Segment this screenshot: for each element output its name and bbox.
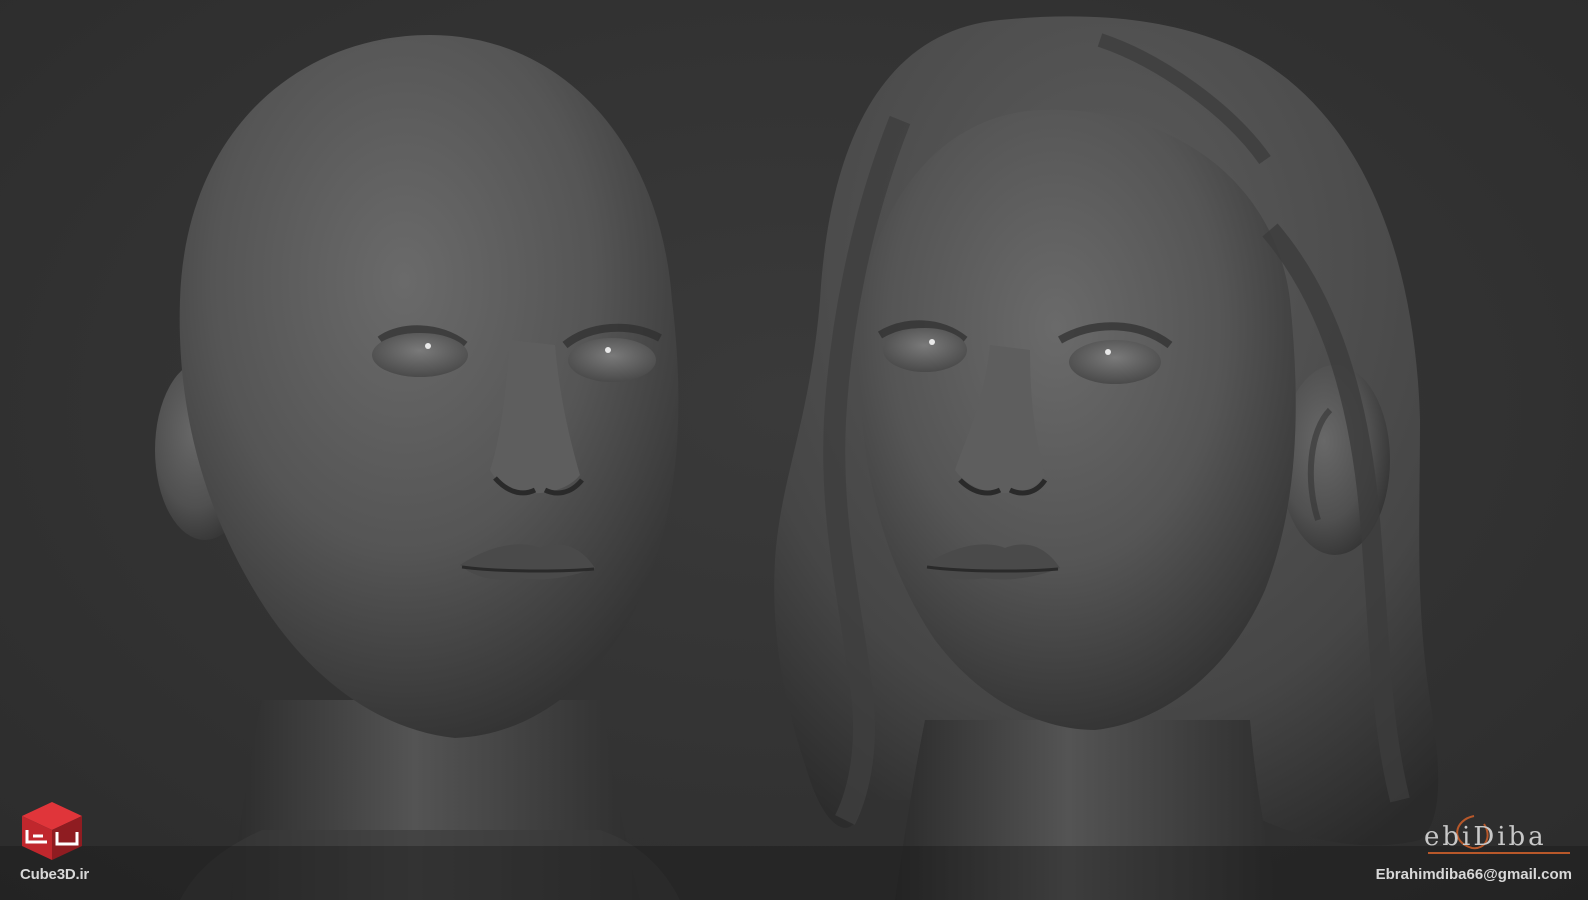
signature-watermark: ebiDiba (1424, 822, 1547, 852)
sculpt-render (155, 16, 1439, 900)
footer-band (0, 846, 1588, 900)
site-watermark: Cube3D.ir (20, 866, 90, 883)
cube-logo-icon (22, 802, 82, 860)
signature-underline (1428, 852, 1570, 854)
head-with-hair (774, 16, 1439, 900)
email-watermark: Ebrahimdiba66@gmail.com (1375, 866, 1572, 883)
bald-head (155, 35, 680, 900)
render-viewport: Cube3D.ir ebiDiba Ebrahimdiba66@gmail.co… (0, 0, 1588, 900)
